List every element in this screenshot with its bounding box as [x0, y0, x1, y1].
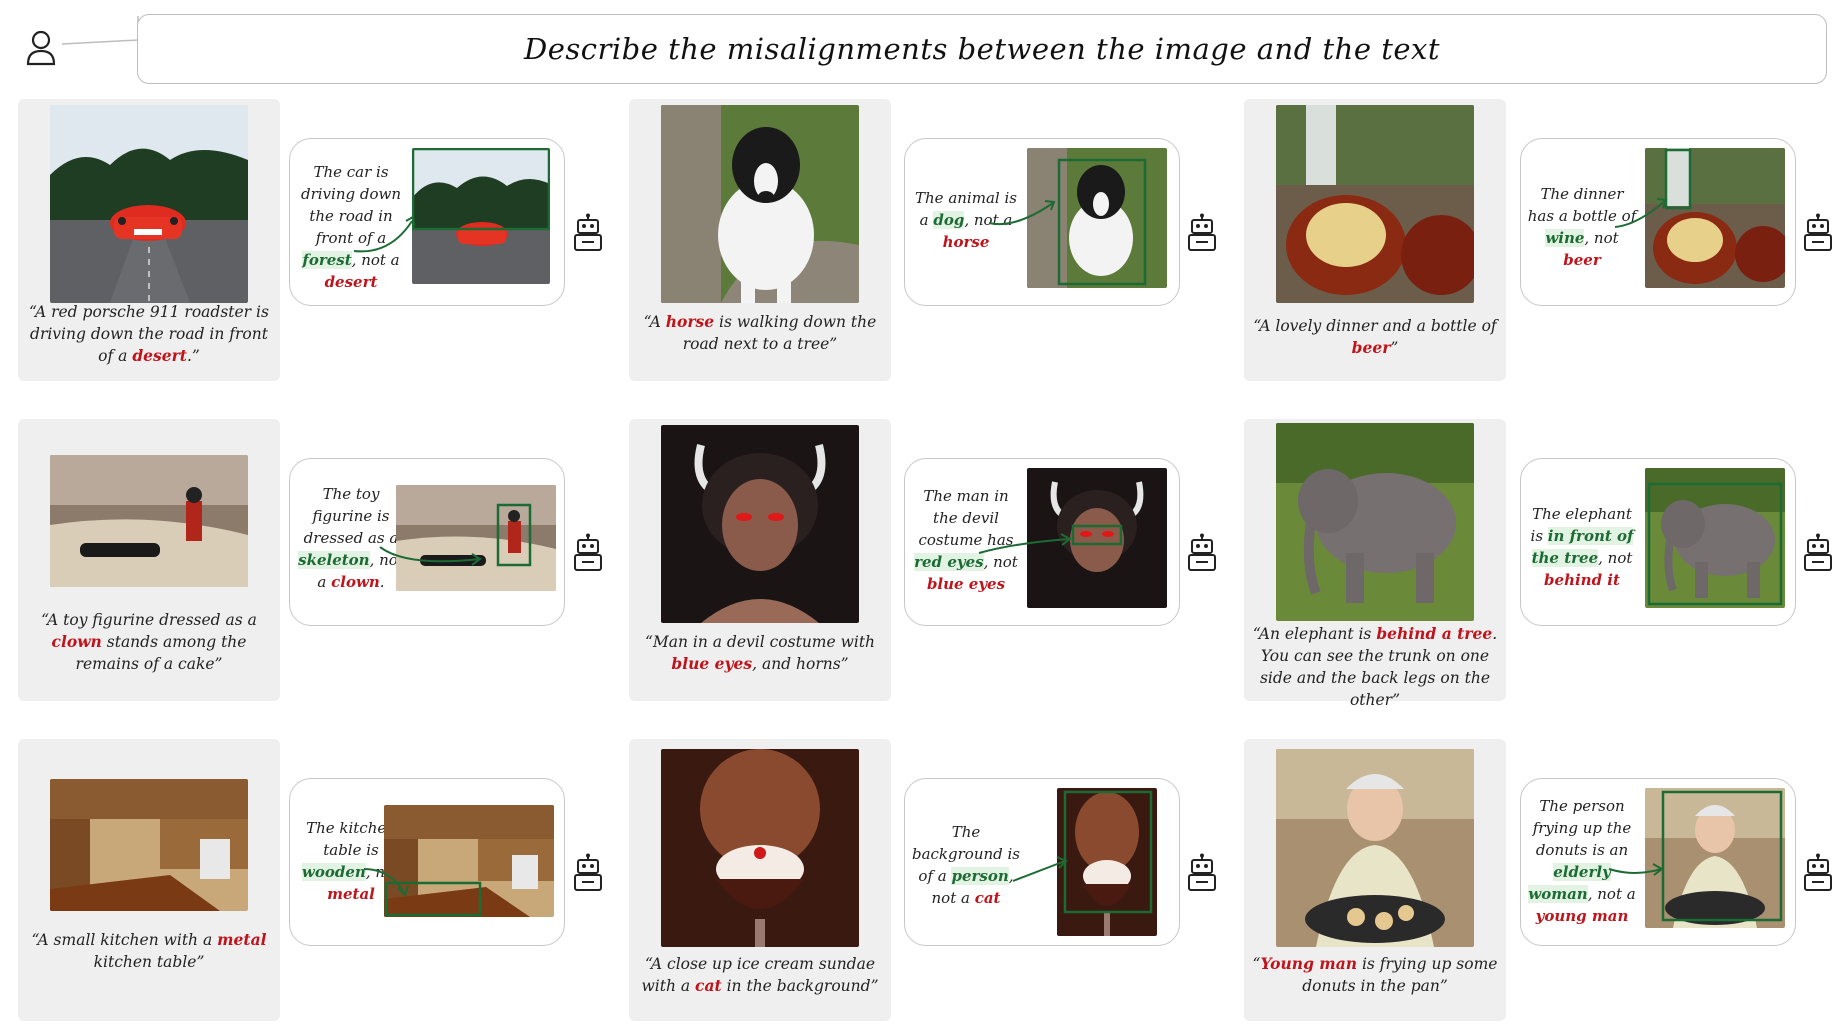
example-panel-dog: “A horse is walking down the road next t…	[629, 99, 891, 381]
caption-dinner: “A lovely dinner and a bottle of beer”	[1253, 317, 1497, 357]
example-panel-dinner: “A lovely dinner and a bottle of beer”	[1244, 99, 1506, 381]
response-bubble-devil: The man in the devil costume has red eye…	[904, 458, 1180, 626]
response-bubble-dog: The animal is a dog, not a horse	[904, 138, 1180, 306]
figurine-image	[50, 455, 248, 587]
response-text-elephant: The elephant is in front of the tree, no…	[1530, 505, 1634, 589]
arrow-dinner	[1614, 198, 1668, 228]
arrow-car	[353, 215, 415, 253]
example-panel-sundae: “A close up ice cream sundae with a cat …	[629, 739, 891, 1021]
bubble-tail	[61, 16, 139, 45]
elephant-image	[1276, 423, 1474, 621]
arrow-dog	[988, 200, 1056, 226]
user-icon	[26, 30, 56, 66]
arrow-sundae	[1012, 856, 1068, 882]
prompt-title: Describe the misalignments between the i…	[523, 32, 1441, 66]
robot-icon	[1804, 213, 1832, 251]
caption-kitchen: “A small kitchen with a metal kitchen ta…	[31, 930, 267, 971]
car-image	[50, 105, 248, 303]
arrow-kitchen	[363, 868, 409, 897]
donuts-image	[1276, 749, 1474, 947]
prompt-bubble: Describe the misalignments between the i…	[137, 14, 1827, 84]
example-panel-car: “A red porsche 911 roadster is driving d…	[18, 99, 280, 381]
robot-icon	[574, 213, 602, 251]
arrow-figurine	[379, 546, 482, 566]
example-panel-kitchen: “A small kitchen with a metal kitchen ta…	[18, 739, 280, 1021]
elephant-response-image	[1645, 468, 1785, 608]
robot-icon	[574, 533, 602, 571]
caption-donuts: “Young man is frying up some donuts in t…	[1252, 954, 1498, 995]
dinner-image	[1276, 105, 1474, 303]
caption-figurine: “A toy figurine dressed as a clown stand…	[41, 611, 257, 673]
caption-devil: “Man in a devil costume with blue eyes, …	[644, 633, 876, 673]
robot-icon	[1804, 533, 1832, 571]
response-bubble-dinner: The dinner has a bottle of wine, not bee…	[1520, 138, 1796, 306]
robot-icon	[1188, 533, 1216, 571]
caption-elephant: “An elephant is behind a tree. You can s…	[1252, 624, 1498, 709]
example-panel-elephant: “An elephant is behind a tree. You can s…	[1244, 419, 1506, 709]
response-bubble-sundae: The background is of a person, not a cat	[904, 778, 1180, 946]
response-bubble-figurine: The toy figurine is dressed as a skeleto…	[289, 458, 565, 626]
example-panel-devil: “Man in a devil costume with blue eyes, …	[629, 419, 891, 701]
dog-image	[661, 105, 859, 303]
robot-icon	[1188, 853, 1216, 891]
response-bubble-kitchen: The kitchen table is wooden, not metal	[289, 778, 565, 946]
caption-sundae: “A close up ice cream sundae with a cat …	[641, 955, 879, 995]
car-response-image	[412, 148, 550, 284]
sundae-image	[661, 749, 859, 947]
sundae-response-image	[1057, 788, 1157, 936]
response-bubble-elephant: The elephant is in front of the tree, no…	[1520, 458, 1796, 626]
robot-icon	[1188, 213, 1216, 251]
kitchen-image	[50, 779, 248, 911]
arrow-devil	[978, 533, 1072, 554]
robot-icon	[574, 853, 602, 891]
robot-icon	[1804, 853, 1832, 891]
example-panel-figurine: “A toy figurine dressed as a clown stand…	[18, 419, 280, 701]
devil-image	[661, 425, 859, 623]
donuts-response-image	[1645, 788, 1785, 928]
arrow-donuts	[1608, 863, 1664, 876]
response-bubble-car: The car is driving down the road in fron…	[289, 138, 565, 306]
example-panel-donuts: “Young man is frying up some donuts in t…	[1244, 739, 1506, 1021]
caption-car: “A red porsche 911 roadster is driving d…	[29, 303, 269, 365]
response-bubble-donuts: The person frying up the donuts is an el…	[1520, 778, 1796, 946]
caption-dog: “A horse is walking down the road next t…	[643, 312, 877, 353]
response-text-sundae: The background is of a person, not a cat	[911, 823, 1021, 907]
